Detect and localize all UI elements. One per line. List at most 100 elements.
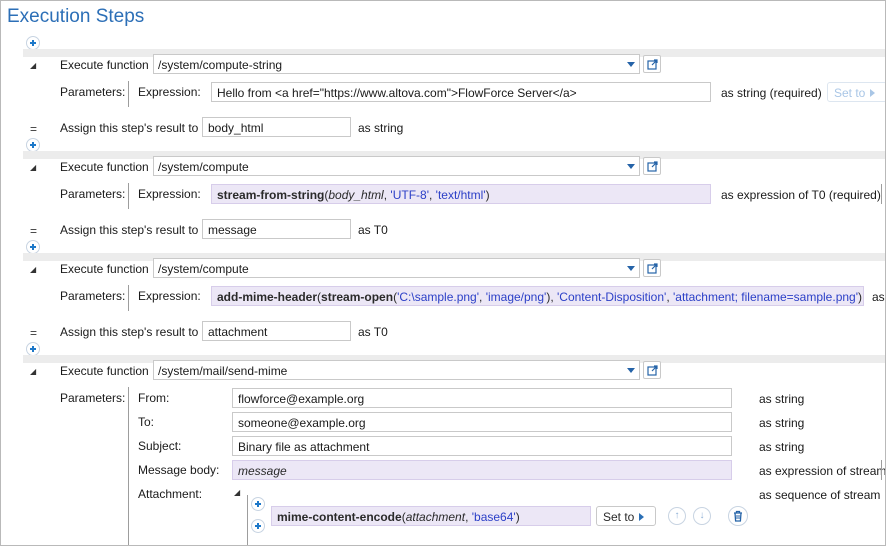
expr-function-name: stream-from-string xyxy=(217,188,325,202)
expr-punctuation: ) xyxy=(485,188,490,202)
trash-icon xyxy=(734,510,742,522)
assign-equals-icon: = xyxy=(30,122,38,136)
expr-variable: body_html xyxy=(328,188,384,202)
chevron-down-icon xyxy=(627,62,635,67)
message-body-input[interactable]: message xyxy=(232,460,732,480)
truncated-control-edge xyxy=(881,460,882,480)
expr-punctuation: , xyxy=(479,290,486,304)
result-variable-input[interactable]: attachment xyxy=(202,321,351,341)
param-type-text: as xyxy=(872,290,885,304)
expression-label: Expression: xyxy=(138,289,201,303)
from-type-text: as string xyxy=(759,392,805,406)
expr-punctuation: , xyxy=(465,510,472,524)
add-item-icon[interactable] xyxy=(251,519,265,533)
collapse-caret-icon[interactable]: ◢ xyxy=(30,163,36,172)
subject-type-text: as string xyxy=(759,440,805,454)
function-select-value: /system/compute xyxy=(158,160,249,174)
expression-label: Expression: xyxy=(138,85,201,99)
result-variable-input[interactable]: body_html xyxy=(202,117,351,137)
function-select[interactable]: /system/compute xyxy=(153,156,640,176)
assign-equals-icon: = xyxy=(30,326,38,340)
expr-string-literal: 'base64' xyxy=(471,510,516,524)
expr-string-literal: 'C:\sample.png' xyxy=(397,290,480,304)
expr-variable: attachment xyxy=(405,510,466,524)
assign-label: Assign this step's result to xyxy=(60,223,199,237)
message-body-label: Message body: xyxy=(138,463,220,477)
function-select[interactable]: /system/mail/send-mime xyxy=(153,360,640,380)
function-select[interactable]: /system/compute-string xyxy=(153,54,640,74)
set-to-button[interactable]: Set to xyxy=(596,506,656,526)
expr-function-name: stream-open xyxy=(321,290,394,304)
expr-punctuation: ) xyxy=(858,290,863,304)
function-select-value: /system/compute xyxy=(158,262,249,276)
collapse-caret-icon[interactable]: ◢ xyxy=(30,367,36,376)
expression-input[interactable]: add-mime-header(stream-open('C:\sample.p… xyxy=(211,286,864,306)
parameters-label: Parameters: xyxy=(60,391,126,405)
attachment-label: Attachment: xyxy=(138,487,203,501)
result-type-text: as T0 xyxy=(358,325,388,339)
page-title: Execution Steps xyxy=(7,6,145,27)
expr-punctuation: ) xyxy=(515,510,520,524)
execute-function-label: Execute function xyxy=(60,58,149,72)
arrow-up-icon[interactable]: ↑ xyxy=(668,507,686,525)
parameters-divider xyxy=(128,183,129,209)
expr-string-literal: 'image/png' xyxy=(485,290,547,304)
result-variable-input[interactable]: message xyxy=(202,219,351,239)
add-step-icon[interactable] xyxy=(26,342,40,356)
open-external-icon xyxy=(647,263,658,274)
expr-function-name: mime-content-encode xyxy=(277,510,402,524)
execute-function-label: Execute function xyxy=(60,262,149,276)
result-type-text: as string xyxy=(358,121,404,135)
execution-steps-panel: Execution Steps ◢ Execute function /syst… xyxy=(0,0,886,546)
open-external-icon xyxy=(647,59,658,70)
open-external-button[interactable] xyxy=(643,157,661,175)
set-to-label: Set to xyxy=(603,510,635,524)
chevron-down-icon xyxy=(627,266,635,271)
assign-label: Assign this step's result to xyxy=(60,325,199,339)
attachment-expression-input[interactable]: mime-content-encode(attachment, 'base64'… xyxy=(271,506,591,526)
expression-input[interactable]: Hello from <a href="https://www.altova.c… xyxy=(211,82,711,102)
add-step-icon[interactable] xyxy=(26,138,40,152)
expr-string-literal: 'text/html' xyxy=(435,188,486,202)
function-select-value: /system/compute-string xyxy=(158,58,283,72)
subject-input[interactable]: Binary file as attachment xyxy=(232,436,732,456)
add-item-icon[interactable] xyxy=(251,497,265,511)
from-label: From: xyxy=(138,391,170,405)
collapse-caret-icon[interactable]: ◢ xyxy=(234,488,240,497)
subject-label: Subject: xyxy=(138,439,182,453)
add-step-icon[interactable] xyxy=(26,36,40,50)
add-step-icon[interactable] xyxy=(26,240,40,254)
set-to-label: Set to xyxy=(834,86,866,100)
parameters-divider xyxy=(128,285,129,311)
open-external-button[interactable] xyxy=(643,55,661,73)
expression-label: Expression: xyxy=(138,187,201,201)
function-select-value: /system/mail/send-mime xyxy=(158,364,288,378)
message-body-type-text: as expression of stream xyxy=(759,464,886,478)
chevron-down-icon xyxy=(627,368,635,373)
open-external-button[interactable] xyxy=(643,361,661,379)
assign-label: Assign this step's result to xyxy=(60,121,199,135)
open-external-button[interactable] xyxy=(643,259,661,277)
expr-string-literal: 'Content-Disposition' xyxy=(557,290,667,304)
open-external-icon xyxy=(647,161,658,172)
expression-input[interactable]: stream-from-string(body_html, 'UTF-8', '… xyxy=(211,184,711,204)
parameters-label: Parameters: xyxy=(60,85,126,99)
set-to-button[interactable]: Set to xyxy=(827,82,885,102)
parameters-divider xyxy=(128,387,129,545)
assign-equals-icon: = xyxy=(30,224,38,238)
delete-button[interactable] xyxy=(728,506,748,526)
expr-string-literal: 'UTF-8' xyxy=(390,188,429,202)
function-select[interactable]: /system/compute xyxy=(153,258,640,278)
collapse-caret-icon[interactable]: ◢ xyxy=(30,265,36,274)
expr-function-name: add-mime-header xyxy=(217,290,318,304)
attachment-type-text: as sequence of stream xyxy=(759,488,881,502)
param-type-text: as string (required) xyxy=(721,86,822,100)
chevron-down-icon xyxy=(627,164,635,169)
to-input[interactable]: someone@example.org xyxy=(232,412,732,432)
from-input[interactable]: flowforce@example.org xyxy=(232,388,732,408)
expr-punctuation: ), xyxy=(546,290,557,304)
truncated-control-edge xyxy=(881,184,882,204)
to-label: To: xyxy=(138,415,155,429)
collapse-caret-icon[interactable]: ◢ xyxy=(30,61,36,70)
arrow-down-icon[interactable]: ↓ xyxy=(693,507,711,525)
